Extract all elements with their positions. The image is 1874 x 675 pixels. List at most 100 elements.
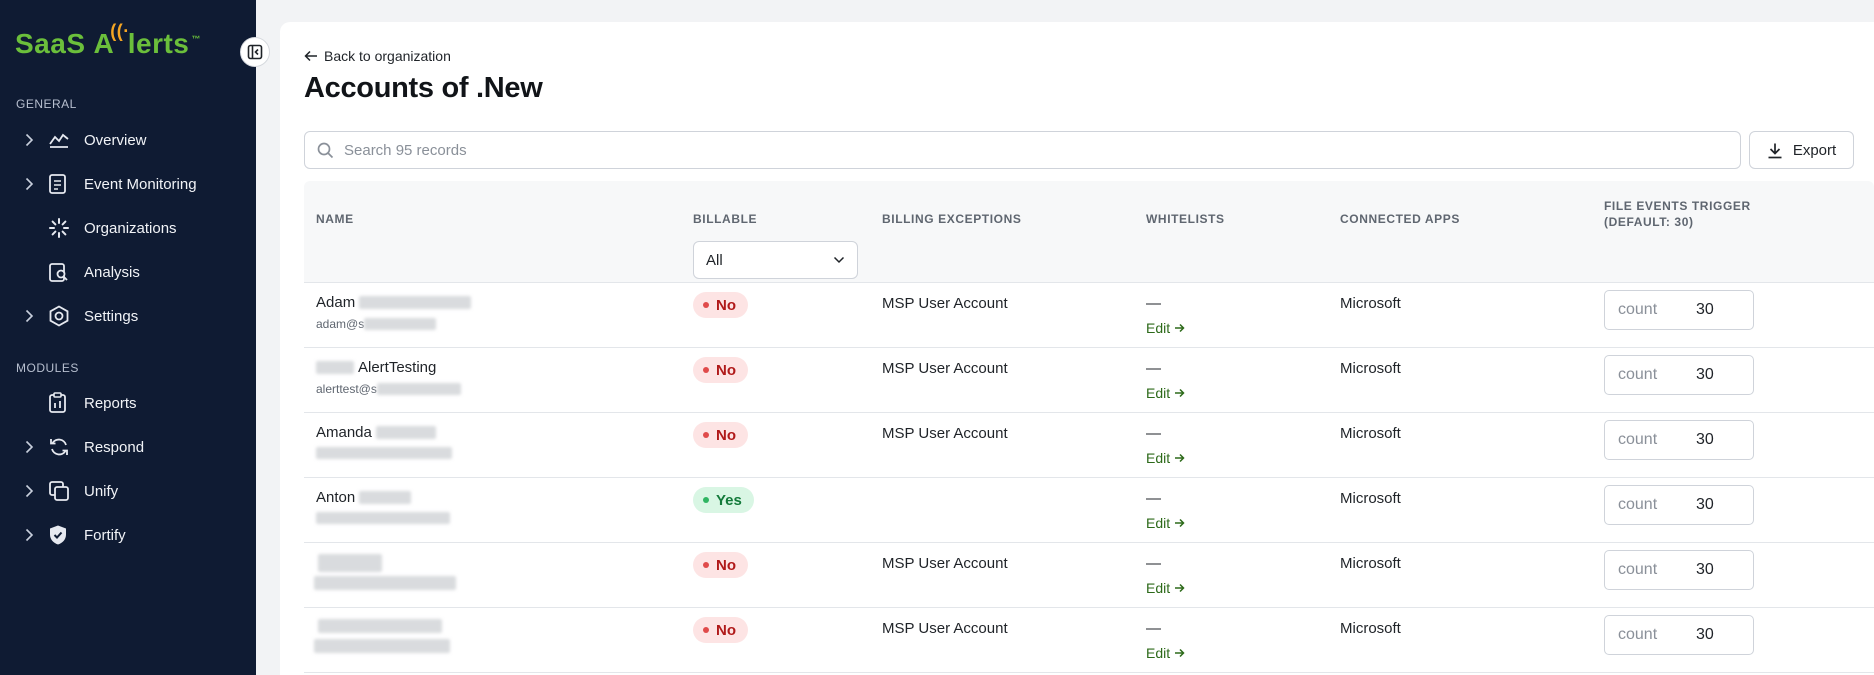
file-events-count-input[interactable]: count 30 bbox=[1604, 290, 1754, 330]
table-row[interactable]: No MSP User Account — Edit Microsoft cou… bbox=[304, 608, 1874, 673]
trademark-mark: ™ bbox=[191, 34, 201, 44]
signal-wave-icon: ((· bbox=[110, 21, 130, 41]
sidebar: SaaS A ((· lerts ™ GENERAL Overview Even… bbox=[0, 0, 256, 675]
column-header-file-events-line2: (DEFAULT: 30) bbox=[1604, 215, 1694, 229]
search-box[interactable] bbox=[304, 131, 1741, 169]
file-events-count-input[interactable]: count 30 bbox=[1604, 615, 1754, 655]
account-name: AlertTesting bbox=[358, 359, 437, 376]
search-icon bbox=[317, 142, 334, 158]
billable-badge: No bbox=[693, 422, 748, 448]
file-events-count-input[interactable]: count 30 bbox=[1604, 550, 1754, 590]
column-header-connected-apps[interactable]: CONNECTED APPS bbox=[1340, 211, 1460, 227]
file-events-count-input[interactable]: count 30 bbox=[1604, 420, 1754, 460]
table-row[interactable]: No MSP User Account — Edit Microsoft cou… bbox=[304, 543, 1874, 608]
billing-exception: MSP User Account bbox=[882, 620, 1008, 637]
account-name: Adam bbox=[316, 294, 356, 311]
sidebar-item-settings[interactable]: Settings bbox=[0, 298, 256, 334]
table-row[interactable]: AlertTesting alerttest@s No MSP User Acc… bbox=[304, 348, 1874, 413]
billable-badge: No bbox=[693, 552, 748, 578]
billable-filter-value: All bbox=[706, 251, 723, 269]
chevron-right-icon bbox=[0, 177, 48, 191]
edit-whitelist-link[interactable]: Edit bbox=[1146, 320, 1185, 336]
status-dot bbox=[703, 367, 709, 373]
count-label: count bbox=[1618, 561, 1658, 578]
connected-app: Microsoft bbox=[1340, 490, 1401, 507]
back-to-organization-link[interactable]: Back to organization bbox=[304, 48, 451, 64]
count-label: count bbox=[1618, 366, 1658, 383]
billable-badge: Yes bbox=[693, 487, 754, 513]
account-name-cell bbox=[314, 619, 450, 653]
edit-label: Edit bbox=[1146, 450, 1171, 466]
status-dot bbox=[703, 627, 709, 633]
edit-label: Edit bbox=[1146, 515, 1171, 531]
arrow-left-icon bbox=[304, 50, 317, 62]
billable-filter-select[interactable]: All bbox=[693, 241, 858, 279]
edit-whitelist-link[interactable]: Edit bbox=[1146, 515, 1185, 531]
spinner-icon bbox=[48, 217, 74, 239]
file-events-count-input[interactable]: count 30 bbox=[1604, 485, 1754, 525]
sidebar-item-organizations[interactable]: Organizations bbox=[0, 210, 256, 246]
chevron-right-icon bbox=[0, 440, 48, 454]
billing-exception: MSP User Account bbox=[882, 555, 1008, 572]
redacted-email bbox=[316, 512, 450, 524]
export-button[interactable]: Export bbox=[1749, 131, 1854, 169]
sidebar-item-label: Settings bbox=[84, 307, 139, 325]
saas-alerts-logo[interactable]: SaaS A ((· lerts ™ bbox=[15, 21, 201, 60]
clipboard-report-icon bbox=[48, 392, 74, 414]
sidebar-item-fortify[interactable]: Fortify bbox=[0, 517, 256, 553]
column-header-file-events-trigger[interactable]: FILE EVENTS TRIGGER (DEFAULT: 30) bbox=[1604, 198, 1751, 230]
account-name-cell: Adam adam@s bbox=[316, 294, 472, 331]
redacted-email bbox=[364, 318, 437, 330]
billable-badge: No bbox=[693, 357, 748, 383]
section-label-modules: MODULES bbox=[16, 361, 79, 375]
redacted-name bbox=[318, 619, 442, 633]
table-row[interactable]: Anton Yes — Edit Microsoft count 30 bbox=[304, 478, 1874, 543]
sidebar-item-label: Fortify bbox=[84, 526, 126, 544]
column-header-billing-exceptions[interactable]: BILLING EXCEPTIONS bbox=[882, 211, 1021, 227]
edit-whitelist-link[interactable]: Edit bbox=[1146, 385, 1185, 401]
sidebar-item-analysis[interactable]: Analysis bbox=[0, 254, 256, 290]
file-events-count-input[interactable]: count 30 bbox=[1604, 355, 1754, 395]
whitelist-value: — bbox=[1146, 425, 1161, 442]
chevron-right-icon bbox=[0, 133, 48, 147]
column-header-whitelists[interactable]: WHITELISTS bbox=[1146, 211, 1225, 227]
count-value: 30 bbox=[1696, 431, 1714, 448]
back-link-label: Back to organization bbox=[324, 48, 451, 64]
refresh-cycle-icon bbox=[48, 436, 74, 458]
sidebar-collapse-button[interactable] bbox=[240, 37, 270, 67]
account-name-cell bbox=[314, 554, 456, 590]
sidebar-item-unify[interactable]: Unify bbox=[0, 473, 256, 509]
edit-whitelist-link[interactable]: Edit bbox=[1146, 580, 1185, 596]
sidebar-item-overview[interactable]: Overview bbox=[0, 122, 256, 158]
redacted-name bbox=[316, 361, 354, 374]
count-label: count bbox=[1618, 301, 1658, 318]
connected-app: Microsoft bbox=[1340, 425, 1401, 442]
edit-label: Edit bbox=[1146, 645, 1171, 661]
accounts-table: NAME BILLABLE BILLING EXCEPTIONS WHITELI… bbox=[304, 181, 1874, 673]
shield-check-icon bbox=[48, 524, 74, 546]
billing-exception: MSP User Account bbox=[882, 425, 1008, 442]
column-header-name[interactable]: NAME bbox=[316, 211, 354, 227]
main-panel: Back to organization Accounts of .New Ex… bbox=[280, 22, 1874, 675]
account-name: Anton bbox=[316, 489, 356, 506]
count-value: 30 bbox=[1696, 626, 1714, 643]
clipboard-search-icon bbox=[48, 261, 74, 283]
chevron-right-icon bbox=[0, 309, 48, 323]
whitelist-value: — bbox=[1146, 295, 1161, 312]
sidebar-item-event-monitoring[interactable]: Event Monitoring bbox=[0, 166, 256, 202]
table-row[interactable]: Amanda No MSP User Account — Edit Micros… bbox=[304, 413, 1874, 478]
arrow-right-icon bbox=[1175, 388, 1185, 398]
chevron-right-icon bbox=[0, 484, 48, 498]
table-row[interactable]: Adam adam@s No MSP User Account — Edit M… bbox=[304, 283, 1874, 348]
sidebar-item-respond[interactable]: Respond bbox=[0, 429, 256, 465]
edit-whitelist-link[interactable]: Edit bbox=[1146, 450, 1185, 466]
edit-whitelist-link[interactable]: Edit bbox=[1146, 645, 1185, 661]
sidebar-item-label: Unify bbox=[84, 482, 119, 500]
chevron-down-icon bbox=[833, 256, 845, 264]
hexagon-gear-icon bbox=[48, 305, 74, 327]
count-value: 30 bbox=[1696, 301, 1714, 318]
search-input[interactable] bbox=[344, 141, 1724, 159]
sidebar-item-reports[interactable]: Reports bbox=[0, 385, 256, 421]
billable-value: No bbox=[716, 621, 736, 639]
column-header-billable[interactable]: BILLABLE bbox=[693, 211, 757, 227]
